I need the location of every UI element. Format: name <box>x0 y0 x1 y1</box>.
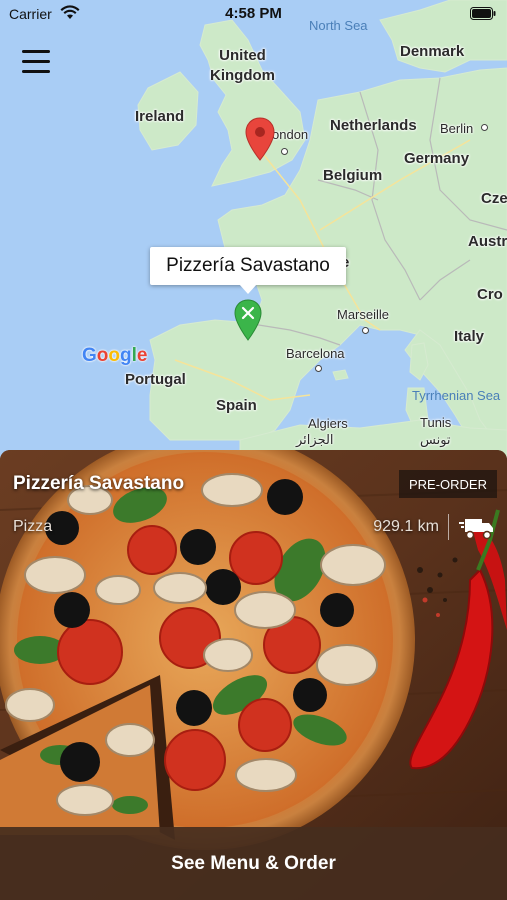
restaurant-category: Pizza <box>13 518 53 535</box>
map-city-barcelona-dot <box>315 365 322 372</box>
restaurant-pin-icon[interactable] <box>233 298 263 342</box>
restaurant-card[interactable]: Pizzería Savastano PRE-ORDER Pizza 929.1… <box>0 450 507 900</box>
restaurant-distance: 929.1 km <box>373 518 439 535</box>
map-label-ireland: Ireland <box>135 108 185 125</box>
map-city-tunis: Tunis <box>420 415 452 430</box>
map-city-tunis-ar: تونس <box>420 432 451 447</box>
clock: 4:58 PM <box>225 5 282 22</box>
map-label-denmark: Denmark <box>400 43 465 60</box>
map-marker-callout[interactable]: Pizzería Savastano <box>150 247 346 294</box>
map-label-germany: Germany <box>404 150 470 167</box>
see-menu-order-button[interactable]: See Menu & Order <box>0 827 507 900</box>
map-city-marseille: Marseille <box>337 307 390 322</box>
status-bar: Carrier 4:58 PM <box>0 0 507 28</box>
map-sea-tyrrhenian: Tyrrhenian Sea <box>412 388 501 403</box>
map-label-austria: Austr <box>468 233 507 250</box>
delivery-truck-icon <box>459 519 493 540</box>
google-logo: Google <box>82 345 148 366</box>
hamburger-icon[interactable] <box>22 50 54 78</box>
map-label-portugal: Portugal <box>125 371 186 388</box>
map-city-berlin: Berlin <box>440 121 474 136</box>
map-label-croatia: Cro <box>477 286 503 303</box>
map-city-london-dot <box>281 148 288 155</box>
map-city-marseille-dot <box>362 327 369 334</box>
map-label-belgium: Belgium <box>323 167 383 184</box>
map-pin-icon[interactable] <box>243 116 277 162</box>
map-city-algiers: Algiers <box>308 416 348 431</box>
info-divider <box>448 514 449 540</box>
map-city-london: ondon <box>272 127 309 142</box>
map-label-netherlands: Netherlands <box>330 117 417 134</box>
battery-icon <box>470 7 496 20</box>
restaurant-name: Pizzería Savastano <box>13 473 185 494</box>
map-city-berlin-dot <box>481 124 488 131</box>
map-label-uk: United Kingdom <box>210 47 275 84</box>
preorder-badge: PRE-ORDER <box>398 470 497 498</box>
map-city-algiers-ar: الجزائر <box>296 432 334 447</box>
map-view[interactable]: United Kingdom Ireland Denmark Netherlan… <box>0 0 507 460</box>
map-label-czech: Cze <box>481 190 507 207</box>
map-label-italy: Italy <box>454 328 485 345</box>
map-label-spain: Spain <box>216 397 257 414</box>
map-city-barcelona: Barcelona <box>286 346 345 361</box>
